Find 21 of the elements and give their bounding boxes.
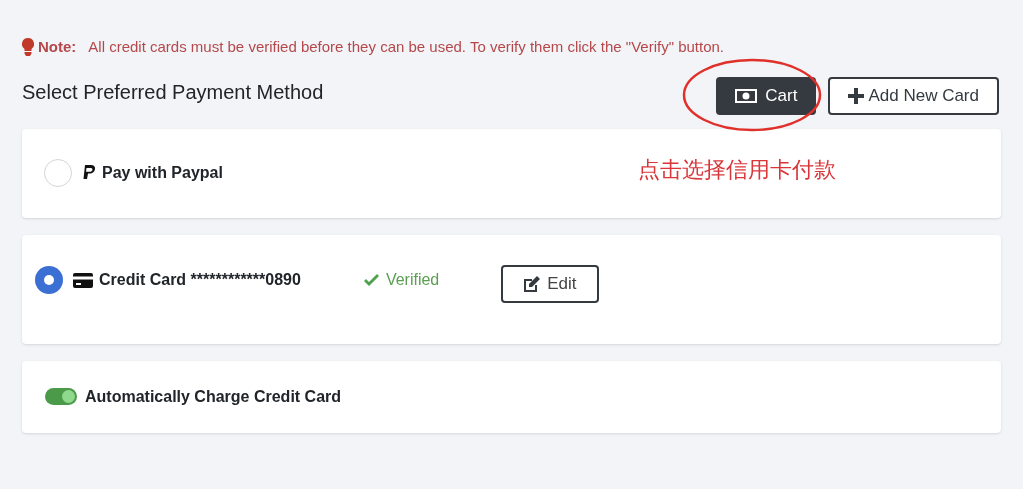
add-card-button[interactable]: Add New Card bbox=[828, 76, 999, 115]
plus-icon bbox=[848, 87, 865, 104]
paypal-icon bbox=[82, 165, 96, 181]
note-text: All credit cards must be verified before they can be used. To verify them click the "Verify" button. bbox=[88, 37, 724, 57]
section-heading: Select Preferred Payment Method bbox=[22, 79, 325, 105]
edit-icon bbox=[523, 275, 542, 293]
toggle-switch[interactable] bbox=[45, 388, 77, 405]
method-label: Credit Card ************0890 bbox=[99, 270, 301, 290]
credit-card-icon bbox=[73, 272, 93, 288]
annotation-text: 点击选择信用卡付款 bbox=[637, 155, 836, 184]
auto-charge-label: Automatically Charge Credit Card bbox=[85, 386, 342, 407]
radio-button[interactable] bbox=[44, 159, 72, 187]
cart-button[interactable]: Cart bbox=[716, 76, 817, 115]
banknote-icon bbox=[735, 88, 758, 103]
method-label: Pay with Paypal bbox=[102, 163, 223, 183]
note-label: Note: bbox=[38, 37, 77, 57]
lightbulb-icon bbox=[22, 38, 34, 57]
radio-button[interactable] bbox=[35, 266, 63, 294]
check-icon bbox=[362, 273, 380, 287]
edit-button[interactable]: Edit bbox=[501, 265, 599, 303]
verified-status: Verified bbox=[385, 270, 440, 290]
